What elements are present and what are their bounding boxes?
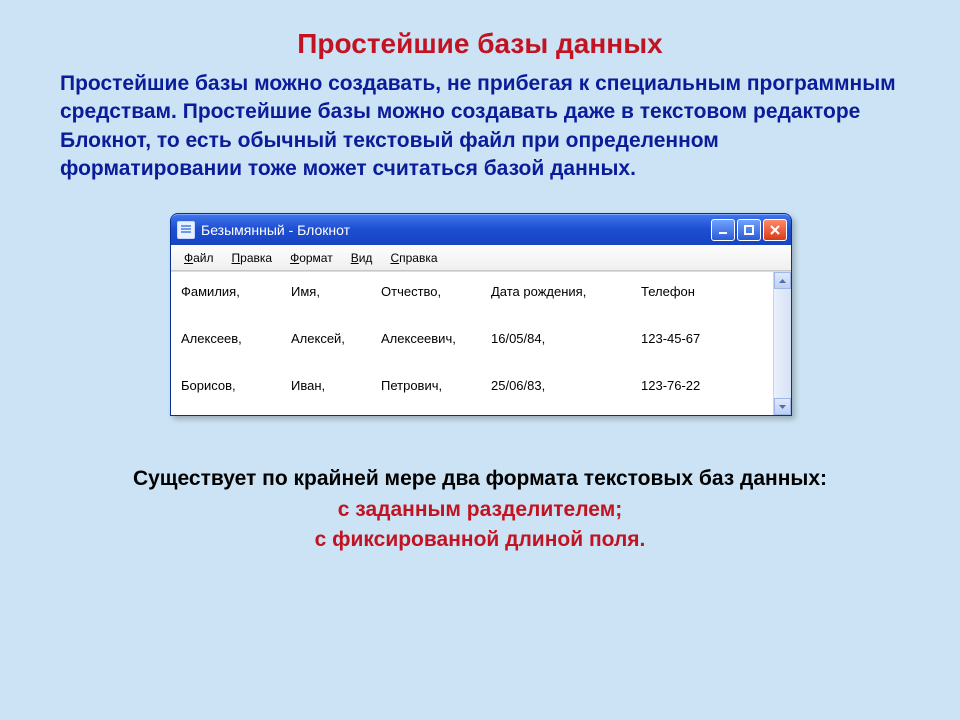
cell: Борисов,	[181, 374, 291, 397]
notepad-window: Безымянный - Блокнот ФайлПравкаФорматВид…	[170, 213, 792, 416]
cell: 16/05/84,	[491, 327, 641, 350]
cell: Алексеев,	[181, 327, 291, 350]
menu-файл[interactable]: Файл	[175, 249, 223, 267]
header-row: Фамилия,Имя,Отчество,Дата рождения,Телеф…	[181, 280, 763, 303]
scroll-up-button[interactable]	[774, 272, 791, 289]
scroll-down-button[interactable]	[774, 398, 791, 415]
footer-line-3: с фиксированной длиной поля.	[0, 525, 960, 555]
intro-paragraph: Простейшие базы можно создавать, не приб…	[0, 70, 960, 183]
footer-line-1: Существует по крайней мере два формата т…	[0, 464, 960, 494]
cell: Телефон	[641, 280, 741, 303]
data-row: Алексеев,Алексей,Алексеевич,16/05/84,123…	[181, 327, 763, 350]
footer-line-2: с заданным разделителем;	[0, 495, 960, 525]
data-row: Борисов,Иван,Петрович,25/06/83,123-76-22	[181, 374, 763, 397]
menu-вид[interactable]: Вид	[342, 249, 382, 267]
cell: Фамилия,	[181, 280, 291, 303]
menu-правка[interactable]: Правка	[223, 249, 282, 267]
cell: Дата рождения,	[491, 280, 641, 303]
cell: 25/06/83,	[491, 374, 641, 397]
maximize-button[interactable]	[737, 219, 761, 241]
minimize-button[interactable]	[711, 219, 735, 241]
window-titlebar[interactable]: Безымянный - Блокнот	[171, 214, 791, 245]
cell: 123-76-22	[641, 374, 741, 397]
cell: 123-45-67	[641, 327, 741, 350]
vertical-scrollbar[interactable]	[773, 272, 791, 415]
text-content[interactable]: Фамилия,Имя,Отчество,Дата рождения,Телеф…	[171, 272, 773, 415]
page-title: Простейшие базы данных	[0, 0, 960, 70]
menu-справка[interactable]: Справка	[381, 249, 446, 267]
window-caption: Безымянный - Блокнот	[201, 222, 711, 238]
footer-text: Существует по крайней мере два формата т…	[0, 416, 960, 555]
menubar: ФайлПравкаФорматВидСправка	[171, 245, 791, 271]
cell: Алексеевич,	[381, 327, 491, 350]
cell: Петрович,	[381, 374, 491, 397]
notepad-icon	[177, 221, 195, 239]
cell: Имя,	[291, 280, 381, 303]
cell: Алексей,	[291, 327, 381, 350]
cell: Отчество,	[381, 280, 491, 303]
cell: Иван,	[291, 374, 381, 397]
close-button[interactable]	[763, 219, 787, 241]
menu-формат[interactable]: Формат	[281, 249, 342, 267]
